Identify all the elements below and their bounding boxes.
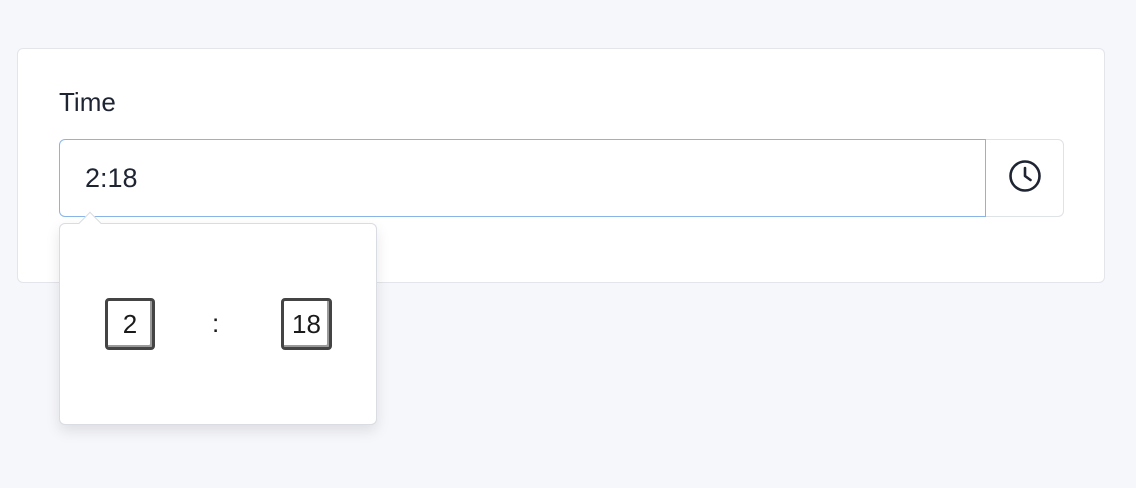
time-separator: : bbox=[212, 308, 220, 338]
minutes-input[interactable] bbox=[281, 298, 332, 350]
hours-input[interactable] bbox=[105, 298, 155, 350]
time-picker-popover: : bbox=[59, 211, 377, 425]
time-input[interactable] bbox=[59, 139, 986, 217]
time-input-group bbox=[59, 139, 1064, 217]
clock-button[interactable] bbox=[986, 139, 1064, 217]
time-label: Time bbox=[59, 87, 116, 117]
clock-icon bbox=[1008, 159, 1042, 198]
